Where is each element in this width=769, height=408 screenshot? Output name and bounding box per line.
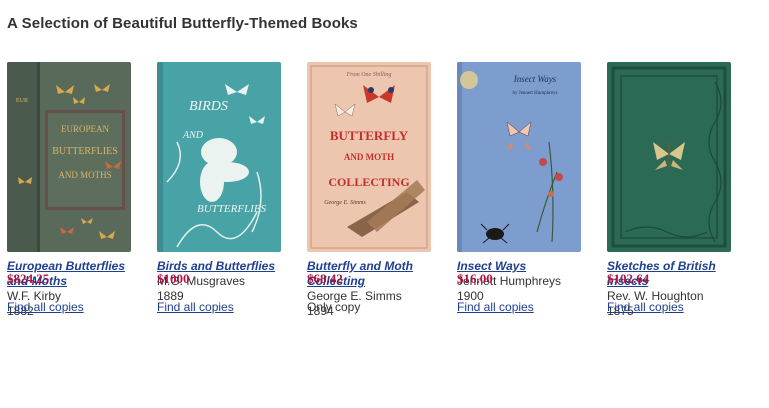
svg-text:Insect Ways: Insect Ways: [513, 74, 557, 84]
svg-text:by Jennett Humphreys: by Jennett Humphreys: [513, 91, 558, 96]
only-copy-label: Only copy: [307, 300, 361, 314]
book-card-insect-ways: Insect Ways by Jennett Humphreys Insect …: [457, 62, 597, 304]
svg-text:AND: AND: [182, 130, 204, 141]
svg-text:From One Shilling: From One Shilling: [346, 72, 392, 78]
book-cover-image[interactable]: Insect Ways by Jennett Humphreys: [457, 62, 581, 252]
svg-text:BUTTERFLY: BUTTERFLY: [330, 128, 409, 143]
book-cover-birds-and-butterflies: BIRDS AND BUTTERFLIES: [157, 62, 281, 252]
book-price: $102.64: [607, 271, 650, 286]
book-cover-image[interactable]: EUROPEAN BUTTERFLIES AND MOTHS EUR: [7, 62, 131, 252]
book-card-birds-and-butterflies: BIRDS AND BUTTERFLIES Birds and Butterfl…: [157, 62, 297, 304]
svg-text:EUROPEAN: EUROPEAN: [61, 124, 110, 134]
svg-text:AND MOTHS: AND MOTHS: [58, 170, 111, 180]
svg-text:EUR: EUR: [16, 98, 28, 104]
svg-text:BIRDS: BIRDS: [189, 99, 228, 114]
svg-text:George E. Simms: George E. Simms: [324, 200, 366, 206]
book-price: $16.00: [457, 271, 493, 286]
book-cover-image[interactable]: From One Shilling BUTTERFLY AND MOTH COL…: [307, 62, 431, 252]
svg-text:COLLECTING: COLLECTING: [328, 175, 409, 189]
find-all-copies-link[interactable]: Find all copies: [457, 300, 534, 314]
find-all-copies-link[interactable]: Find all copies: [157, 300, 234, 314]
book-cover-image[interactable]: BIRDS AND BUTTERFLIES: [157, 62, 281, 252]
book-cover-butterfly-and-moth-collecting: From One Shilling BUTTERFLY AND MOTH COL…: [307, 62, 431, 252]
book-cover-sketches-of-british-insects: [607, 62, 731, 252]
book-price: $68.42: [307, 271, 343, 286]
svg-text:AND MOTH: AND MOTH: [344, 152, 394, 162]
book-cover-insect-ways: Insect Ways by Jennett Humphreys: [457, 62, 581, 252]
find-all-copies-link[interactable]: Find all copies: [7, 300, 84, 314]
page-title: A Selection of Beautiful Butterfly-Theme…: [7, 15, 358, 32]
book-cover-european-butterflies: EUROPEAN BUTTERFLIES AND MOTHS EUR: [7, 62, 131, 252]
book-price: $1000: [157, 271, 190, 286]
book-cover-image[interactable]: [607, 62, 731, 252]
book-price: $824.25: [7, 271, 50, 286]
find-all-copies-link[interactable]: Find all copies: [607, 300, 684, 314]
svg-text:BUTTERFLIES: BUTTERFLIES: [52, 146, 118, 157]
